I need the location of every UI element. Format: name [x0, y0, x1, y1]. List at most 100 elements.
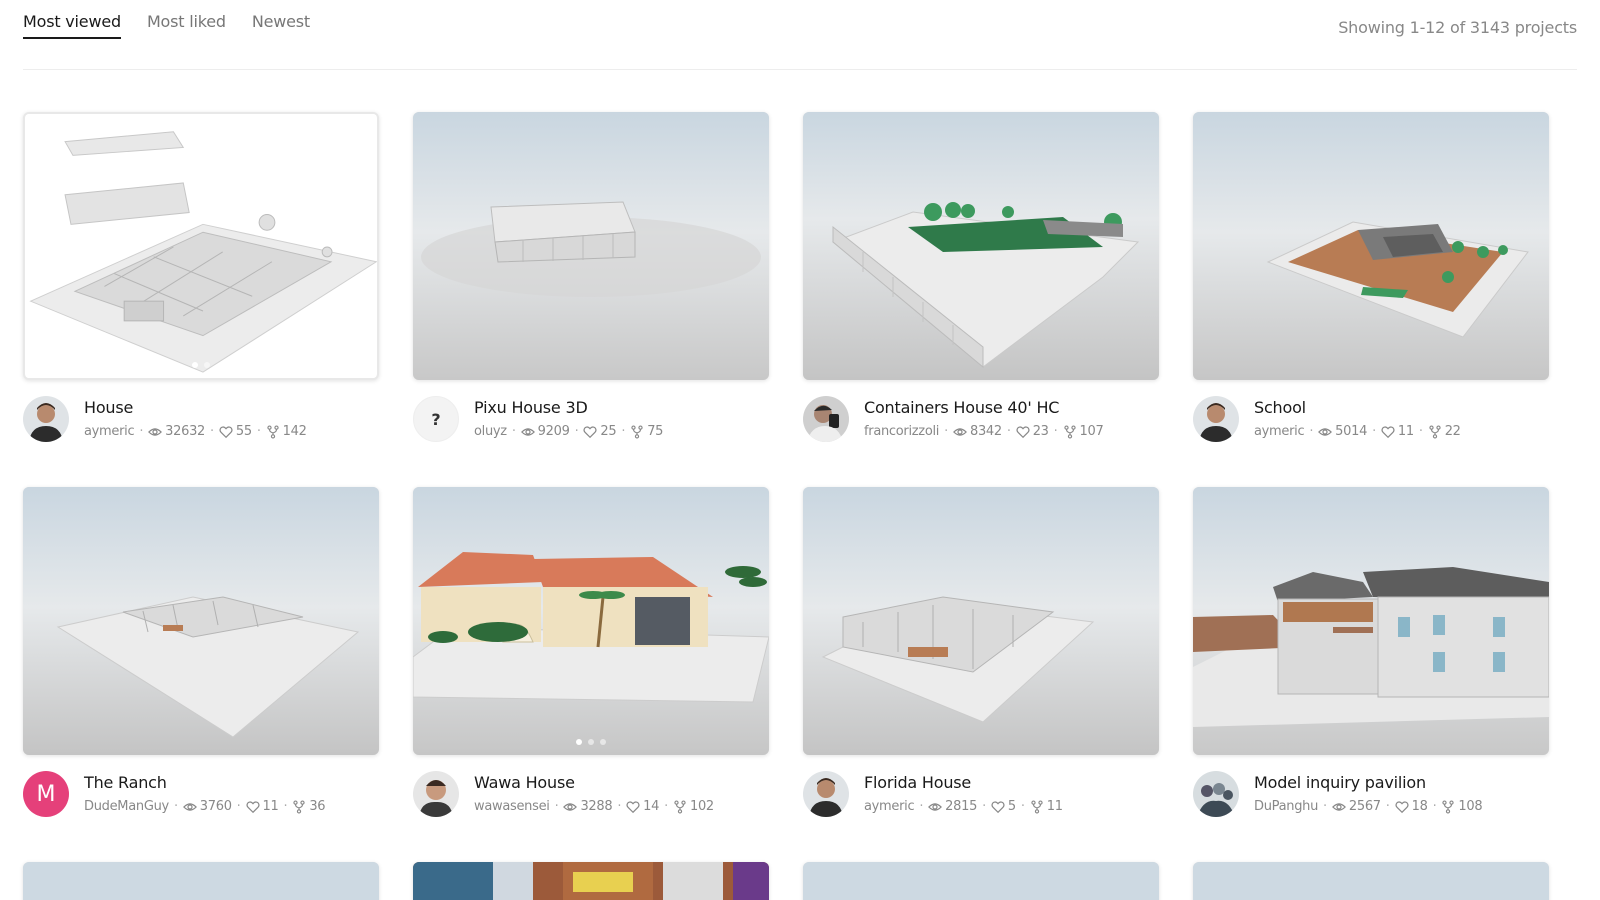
- views-count: 2815: [945, 799, 978, 814]
- project-thumbnail[interactable]: [803, 487, 1159, 755]
- sky-image: [23, 862, 379, 900]
- project-title[interactable]: House: [84, 398, 133, 417]
- project-card[interactable]: ? Pixu House 3D oluyz · 9209 · 25 · 75: [413, 112, 769, 442]
- views-count: 32632: [165, 424, 206, 439]
- heart-icon: [991, 800, 1005, 813]
- likes-count: 11: [1397, 424, 1414, 439]
- project-thumbnail[interactable]: [803, 112, 1159, 380]
- project-thumbnail[interactable]: [1193, 487, 1549, 755]
- tab-most-viewed[interactable]: Most viewed: [23, 12, 121, 39]
- carousel-dots[interactable]: [192, 362, 210, 368]
- eye-icon: [928, 802, 943, 811]
- project-card[interactable]: Florida House aymeric · 2815 · 5 · 11: [803, 487, 1159, 817]
- project-stats: oluyz · 9209 · 25 · 75: [474, 424, 664, 439]
- project-stats: wawasensei · 3288 · 14 · 102: [474, 799, 714, 814]
- username-link[interactable]: DudeManGuy: [84, 799, 169, 814]
- forks-count: 11: [1046, 799, 1063, 814]
- avatar[interactable]: ?: [413, 396, 459, 442]
- project-card[interactable]: House aymeric · 32632 · 55 · 142: [23, 112, 379, 442]
- likes-count: 25: [600, 424, 617, 439]
- project-card[interactable]: [803, 862, 1159, 900]
- forks-count: 102: [689, 799, 714, 814]
- project-stats: aymeric · 32632 · 55 · 142: [84, 424, 307, 439]
- project-title[interactable]: School: [1254, 398, 1306, 417]
- project-title[interactable]: Pixu House 3D: [474, 398, 588, 417]
- username-link[interactable]: aymeric: [864, 799, 915, 814]
- likes-count: 55: [235, 424, 252, 439]
- likes-count: 11: [262, 799, 279, 814]
- username-link[interactable]: wawasensei: [474, 799, 550, 814]
- forks-count: 107: [1079, 424, 1104, 439]
- project-card[interactable]: [1193, 862, 1549, 900]
- sort-tabs: Most viewed Most liked Newest: [23, 12, 310, 39]
- avatar[interactable]: [1193, 396, 1239, 442]
- username-link[interactable]: francorizzoli: [864, 424, 939, 439]
- project-stats: DudeManGuy · 3760 · 11 · 36: [84, 799, 326, 814]
- tab-most-liked[interactable]: Most liked: [147, 12, 226, 39]
- ranch-image: [23, 487, 379, 755]
- project-card[interactable]: Containers House 40' HC francorizzoli · 8…: [803, 112, 1159, 442]
- project-stats: aymeric · 5014 · 11 · 22: [1254, 424, 1461, 439]
- avatar[interactable]: [413, 771, 459, 817]
- project-card[interactable]: [413, 862, 769, 900]
- project-stats: aymeric · 2815 · 5 · 11: [864, 799, 1063, 814]
- project-thumbnail[interactable]: [23, 862, 379, 900]
- tab-newest[interactable]: Newest: [252, 12, 310, 39]
- sky-image: [803, 862, 1159, 900]
- project-title[interactable]: Model inquiry pavilion: [1254, 773, 1426, 792]
- avatar[interactable]: [23, 396, 69, 442]
- heart-icon: [245, 800, 260, 813]
- project-card[interactable]: M The Ranch DudeManGuy · 3760 · 11 · 36: [23, 487, 379, 817]
- forks-count: 108: [1458, 799, 1483, 814]
- likes-count: 5: [1007, 799, 1016, 814]
- project-thumbnail[interactable]: [413, 487, 769, 755]
- heart-icon: [626, 800, 640, 813]
- heart-icon: [1016, 425, 1030, 438]
- project-thumbnail[interactable]: [413, 112, 769, 380]
- views-count: 2567: [1348, 799, 1381, 814]
- project-thumbnail[interactable]: [1193, 112, 1549, 380]
- fork-icon: [1442, 799, 1455, 814]
- views-count: 3288: [580, 799, 613, 814]
- fork-icon: [293, 799, 305, 814]
- project-thumbnail[interactable]: [1193, 862, 1549, 900]
- project-card[interactable]: Model inquiry pavilion DuPanghu · 2567 · 1…: [1193, 487, 1549, 817]
- results-count: Showing 1-12 of 3143 projects: [1338, 18, 1577, 37]
- fork-icon: [631, 424, 643, 439]
- username-link[interactable]: aymeric: [84, 424, 135, 439]
- avatar[interactable]: [803, 396, 849, 442]
- box-walls-image: [413, 112, 769, 380]
- fork-icon: [1063, 424, 1076, 439]
- project-thumbnail[interactable]: [23, 112, 379, 380]
- fork-icon: [267, 424, 279, 439]
- project-thumbnail[interactable]: [413, 862, 769, 900]
- views-count: 8342: [969, 424, 1002, 439]
- username-link[interactable]: aymeric: [1254, 424, 1305, 439]
- project-card[interactable]: [23, 862, 379, 900]
- sky-image: [1193, 862, 1549, 900]
- username-link[interactable]: oluyz: [474, 424, 507, 439]
- project-card[interactable]: School aymeric · 5014 · 11 · 22: [1193, 112, 1549, 442]
- username-link[interactable]: DuPanghu: [1254, 799, 1318, 814]
- views-count: 3760: [199, 799, 232, 814]
- forks-count: 142: [282, 424, 307, 439]
- avatar[interactable]: [803, 771, 849, 817]
- carousel-dots[interactable]: [576, 739, 606, 745]
- avatar[interactable]: [1193, 771, 1239, 817]
- eye-icon: [563, 802, 578, 811]
- fork-icon: [1429, 424, 1441, 439]
- project-card[interactable]: Wawa House wawasensei · 3288 · 14 · 102: [413, 487, 769, 817]
- project-stats: DuPanghu · 2567 · 18 · 108: [1254, 799, 1483, 814]
- eye-icon: [1331, 802, 1346, 811]
- interior-image: [413, 862, 769, 900]
- project-title[interactable]: Wawa House: [474, 773, 575, 792]
- project-title[interactable]: Florida House: [864, 773, 971, 792]
- project-title[interactable]: Containers House 40' HC: [864, 398, 1059, 417]
- project-title[interactable]: The Ranch: [84, 773, 167, 792]
- project-thumbnail[interactable]: [23, 487, 379, 755]
- likes-count: 14: [643, 799, 660, 814]
- sort-bar: Most viewed Most liked Newest Showing 1-…: [23, 0, 1577, 70]
- eye-icon: [1318, 427, 1333, 436]
- project-thumbnail[interactable]: [803, 862, 1159, 900]
- avatar[interactable]: M: [23, 771, 69, 817]
